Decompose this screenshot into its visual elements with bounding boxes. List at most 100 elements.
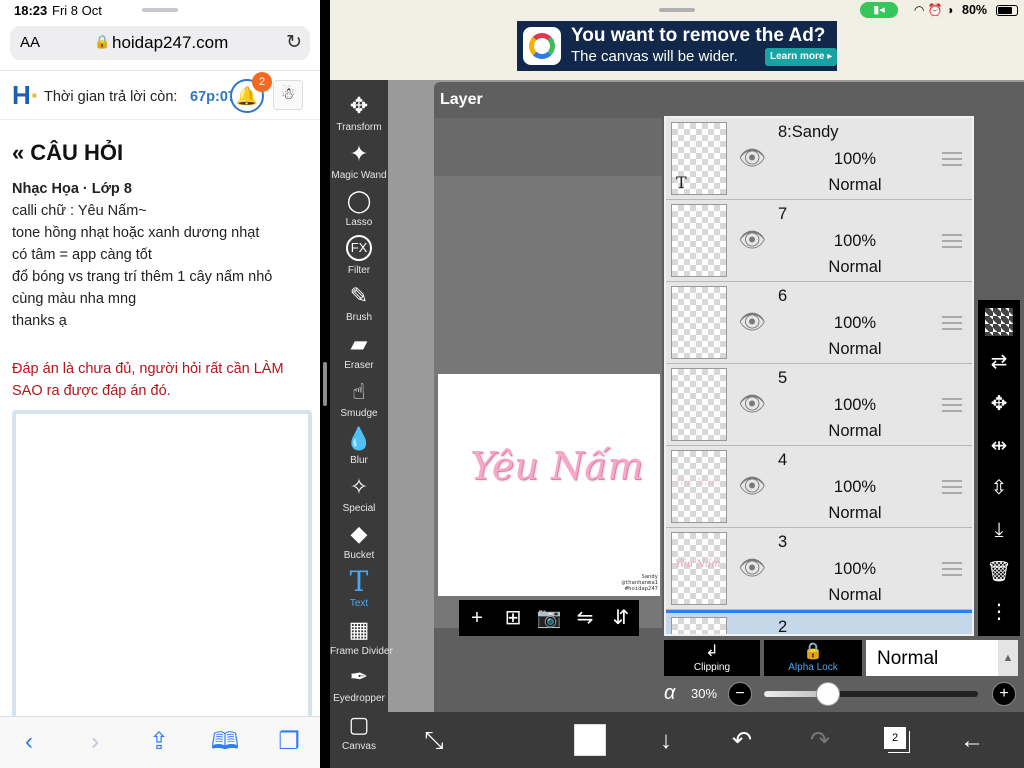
reload-icon[interactable]: ↻ bbox=[286, 31, 302, 54]
drag-handle-icon[interactable] bbox=[942, 398, 962, 412]
layer-row[interactable]: Yêu Nấm 👁 4 100% Normal bbox=[666, 446, 972, 528]
flip-layer-horizontal-icon[interactable]: ⇹ bbox=[985, 432, 1013, 460]
tool-smudge[interactable]: ☝ Smudge bbox=[330, 376, 388, 424]
flip-layer-vertical-icon[interactable]: ⇳ bbox=[985, 474, 1013, 502]
add-layer-icon[interactable]: + bbox=[463, 604, 491, 632]
tool-brush[interactable]: ✎ Brush bbox=[330, 280, 388, 328]
layer-thumbnail[interactable] bbox=[671, 204, 727, 277]
visibility-eye-icon[interactable]: 👁 bbox=[738, 310, 766, 334]
eraser-icon: ▰ bbox=[350, 331, 368, 356]
tool-transform[interactable]: ✥ Transform bbox=[330, 90, 388, 138]
camera-import-icon[interactable]: 📷 bbox=[535, 604, 563, 632]
redo-icon[interactable]: ↷ bbox=[804, 725, 836, 757]
split-view-handle[interactable] bbox=[323, 362, 327, 406]
drag-handle-icon[interactable] bbox=[942, 152, 962, 166]
layer-thumbnail[interactable]: Yêu Nấm bbox=[671, 532, 727, 605]
more-options-icon[interactable]: ⋮ bbox=[985, 598, 1013, 626]
alpha-symbol: α bbox=[664, 682, 676, 704]
layer-row[interactable]: 👁 5 100% Normal bbox=[666, 364, 972, 446]
trash-icon[interactable]: 🗑 bbox=[985, 558, 1013, 586]
visibility-eye-icon[interactable]: 👁 bbox=[738, 474, 766, 498]
layer-thumbnail[interactable]: Yêu Nấm bbox=[671, 450, 727, 523]
user-avatar[interactable]: ☃ bbox=[273, 80, 303, 110]
tool-label: Blur bbox=[350, 455, 368, 467]
drag-handle-icon[interactable] bbox=[942, 480, 962, 494]
layer-swap-icon[interactable]: ⇄ bbox=[985, 348, 1013, 376]
clipping-button[interactable]: ↲ Clipping bbox=[664, 640, 760, 676]
duplicate-layer-icon[interactable]: ⊞ bbox=[499, 604, 527, 632]
address-bar[interactable]: AA 🔒 hoidap247.com ↻ bbox=[10, 26, 310, 60]
multitasking-grabber[interactable] bbox=[659, 8, 695, 12]
back-chevron-icon[interactable]: « bbox=[12, 140, 24, 165]
canvas-preview[interactable]: Yêu Nấm Sandy @thanhanma1 #hoidap247 bbox=[438, 374, 660, 596]
visibility-eye-icon[interactable]: 👁 bbox=[738, 392, 766, 416]
tool-frame-divider[interactable]: ▦ Frame Divider bbox=[330, 614, 393, 662]
tool-switch-icon[interactable]: ⤡ bbox=[418, 725, 450, 757]
drag-handle-icon[interactable] bbox=[942, 316, 962, 330]
ad-banner[interactable]: You want to remove the Ad? The canvas wi… bbox=[517, 21, 838, 71]
layer-row[interactable]: 👁 6 100% Normal bbox=[666, 282, 972, 364]
layer-row[interactable]: Yêu Nấm 👁 3 100% Normal bbox=[666, 528, 972, 610]
tool-label: Lasso bbox=[345, 217, 373, 229]
visibility-eye-icon[interactable]: 👁 bbox=[738, 556, 766, 580]
tool-filter[interactable]: FX Filter bbox=[330, 233, 388, 281]
drag-handle-icon[interactable] bbox=[942, 562, 962, 576]
blend-mode-arrow-icon[interactable]: ▲ bbox=[998, 640, 1018, 676]
tool-bucket[interactable]: ◆ Bucket bbox=[330, 518, 388, 566]
ad-learn-more-button[interactable]: Learn more ▸ bbox=[765, 48, 838, 66]
opacity-increase-button[interactable]: + bbox=[992, 682, 1016, 706]
merge-down-icon[interactable]: ⤓ bbox=[985, 516, 1013, 544]
alpha-lock-button[interactable]: 🔒 Alpha Lock bbox=[764, 640, 862, 676]
question-line: thanks ạ bbox=[12, 313, 67, 329]
url-domain[interactable]: hoidap247.com bbox=[112, 33, 228, 53]
eyedropper-icon: ✒ bbox=[349, 664, 369, 690]
back-arrow-icon[interactable]: ← bbox=[956, 725, 988, 757]
opacity-slider-knob[interactable] bbox=[816, 682, 841, 706]
blend-mode-select[interactable]: Normal ▲ bbox=[866, 640, 1018, 676]
drag-handle-icon[interactable] bbox=[942, 234, 962, 248]
multitasking-grabber[interactable] bbox=[142, 8, 178, 12]
layer-row[interactable]: T 👁 8:Sandy 100% Normal bbox=[666, 118, 972, 200]
flip-vertical-icon[interactable]: ⇵ bbox=[607, 604, 635, 632]
visibility-eye-icon[interactable]: 👁 bbox=[738, 146, 766, 170]
answer-editor[interactable] bbox=[12, 410, 312, 730]
split-view-divider[interactable] bbox=[320, 0, 330, 768]
forward-icon[interactable]: › bbox=[80, 727, 110, 757]
layers-button[interactable]: 2 bbox=[884, 727, 906, 749]
bookmarks-icon[interactable]: 🕮 bbox=[210, 727, 240, 757]
hoidap-logo-icon[interactable]: H· bbox=[12, 81, 39, 109]
layer-actions-bar: + ⊞ 📷 ⇋ ⇵ bbox=[459, 600, 639, 636]
tool-eyedropper[interactable]: ✒ Eyedropper bbox=[330, 661, 388, 709]
question-subject[interactable]: Nhạc Họa · Lớp 8 bbox=[12, 181, 132, 197]
layer-thumbnail[interactable] bbox=[671, 617, 727, 634]
tabs-icon[interactable]: ❐ bbox=[274, 727, 304, 757]
share-icon[interactable]: ⇪ bbox=[144, 727, 174, 757]
back-icon[interactable]: ‹ bbox=[14, 727, 44, 757]
transform-icon: ✥ bbox=[349, 93, 369, 118]
visibility-eye-icon[interactable]: 👁 bbox=[738, 228, 766, 252]
reader-options-button[interactable]: AA bbox=[20, 34, 40, 51]
tool-lasso[interactable]: ◯ Lasso bbox=[330, 185, 388, 233]
layer-thumbnail[interactable] bbox=[671, 286, 727, 359]
layer-row[interactable]: 👁 7 100% Normal bbox=[666, 200, 972, 282]
tool-blur[interactable]: 💧 Blur bbox=[330, 423, 388, 471]
tool-text[interactable]: T Text bbox=[330, 566, 388, 614]
opacity-slider-track[interactable] bbox=[764, 691, 978, 697]
undo-icon[interactable]: ↶ bbox=[726, 725, 758, 757]
layer-row[interactable]: 2 bbox=[666, 610, 972, 634]
down-arrow-icon[interactable]: ↓ bbox=[650, 725, 682, 757]
tool-canvas[interactable]: ▢ Canvas bbox=[330, 709, 388, 757]
layer-list[interactable]: T 👁 8:Sandy 100% Normal 👁 7 100% Normal 👁 6 100% Nor… bbox=[664, 116, 974, 636]
tool-eraser[interactable]: ▰ Eraser bbox=[330, 328, 388, 376]
move-layer-icon[interactable]: ✥ bbox=[985, 390, 1013, 418]
layer-blend-mode: Normal bbox=[828, 586, 882, 604]
tool-magic-wand[interactable]: ✦ Magic Wand bbox=[330, 138, 388, 186]
opacity-decrease-button[interactable]: − bbox=[728, 682, 752, 706]
transparent-fill-icon[interactable] bbox=[985, 308, 1013, 336]
layer-thumbnail[interactable]: T bbox=[671, 122, 727, 195]
layer-thumbnail[interactable] bbox=[671, 368, 727, 441]
primary-color-swatch[interactable] bbox=[574, 724, 606, 756]
page-title: «CÂU HỎI bbox=[12, 140, 123, 166]
flip-horizontal-icon[interactable]: ⇋ bbox=[571, 604, 599, 632]
tool-special[interactable]: ✧ Special bbox=[330, 471, 388, 519]
